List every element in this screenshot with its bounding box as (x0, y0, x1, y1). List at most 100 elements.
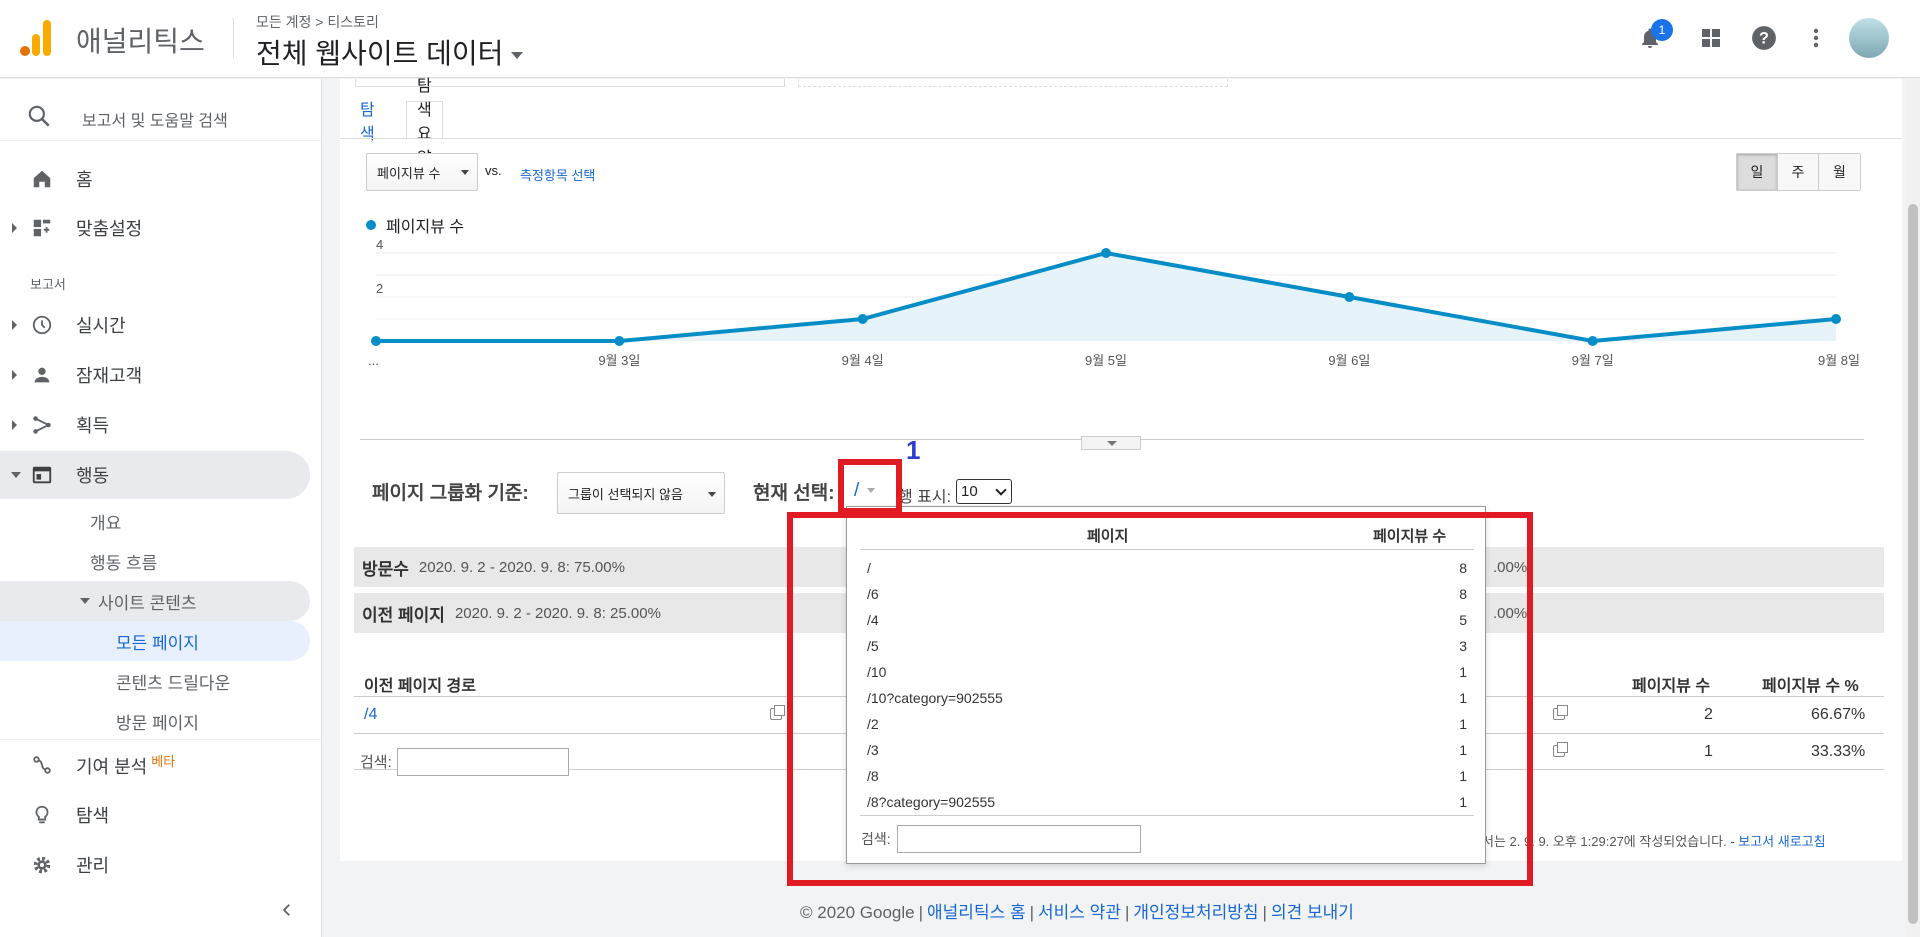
sidebar-item-label: 맞춤설정 (76, 219, 143, 239)
sidebar-item-label: 사이트 콘텐츠 (98, 593, 197, 613)
account-avatar[interactable] (1849, 18, 1889, 58)
tab-explorer-summary[interactable]: 탐색 요약 (406, 78, 443, 167)
summary-title: 방문수 (362, 559, 409, 579)
rows-select[interactable]: 10 (956, 479, 1012, 504)
help-icon[interactable]: ? (1748, 22, 1780, 54)
segment-box (798, 79, 1228, 87)
x-tick-label: 9월 5일 (1085, 353, 1127, 368)
x-tick-label: ... (368, 353, 379, 368)
data-point (1587, 336, 1598, 346)
data-point (1831, 314, 1841, 324)
footer-link-terms[interactable]: 서비스 약관 (1038, 903, 1121, 922)
report-search[interactable]: 보고서 및 도움말 검색 (0, 91, 322, 141)
sidebar-item-behavior[interactable]: 행동 (0, 451, 310, 499)
sidebar-item-realtime[interactable]: 실시간 (0, 301, 310, 349)
x-tick-label: 9월 8일 (1818, 353, 1860, 368)
metric-dropdown-value: 페이지뷰 수 (377, 165, 441, 181)
sidebar-item-label: 실시간 (76, 316, 126, 336)
sidebar-item-landing-pages[interactable]: 방문 페이지 (0, 701, 310, 741)
analytics-logo[interactable] (20, 20, 52, 56)
rows-select-value: 10 (961, 483, 978, 500)
sidebar-item-acquisition[interactable]: 획득 (0, 401, 310, 449)
sidebar-item-overview[interactable]: 개요 (0, 501, 310, 541)
annotation-number: 1 (906, 435, 921, 465)
sidebar-item-discover[interactable]: 탐색 (0, 791, 310, 839)
sidebar-item-site-content[interactable]: 사이트 콘텐츠 (0, 581, 310, 621)
current-selection-label: 현재 선택: (753, 483, 835, 504)
grouping-label: 페이지 그룹화 기준: (372, 483, 529, 504)
property-name: 전체 웹사이트 데이터 (256, 38, 504, 69)
reports-section-label: 보고서 (30, 277, 66, 292)
lightbulb-icon (30, 803, 54, 827)
footer-link-analytics-home[interactable]: 애널리틱스 홈 (927, 903, 1026, 922)
open-external-icon[interactable] (1553, 705, 1568, 720)
col-header-previous-path[interactable]: 이전 페이지 경로 (364, 672, 476, 696)
period-week-button[interactable]: 주 (1778, 154, 1819, 190)
period-day-button[interactable]: 일 (1737, 154, 1778, 190)
apps-grid-icon[interactable] (1695, 22, 1727, 54)
attribution-icon (30, 753, 54, 777)
open-external-icon[interactable] (770, 705, 785, 720)
footer-link-privacy[interactable]: 개인정보처리방침 (1133, 903, 1258, 922)
expand-arrow-icon (12, 320, 17, 330)
more-vert-icon[interactable] (1800, 22, 1832, 54)
table-row-pageviews: 1 (1704, 743, 1713, 760)
table-row-pageviews-pct: 33.33% (1811, 743, 1866, 760)
rows-label: 행 표시: (898, 489, 952, 506)
y-tick-label: 2 (376, 281, 383, 296)
data-point (857, 314, 868, 324)
page-footer: © 2020 Google | 애널리틱스 홈 | 서비스 약관 | 개인정보처리방침 | 의견… (800, 903, 1354, 922)
x-tick-label: 9월 3일 (598, 353, 640, 368)
highlight-popup (787, 512, 1533, 886)
metric-dropdown[interactable]: 페이지뷰 수 (366, 153, 478, 191)
sidebar-divider (0, 739, 322, 740)
chevron-down-icon (995, 484, 1007, 496)
sidebar-item-label: 탐색 (76, 806, 110, 826)
collapse-arrow-icon (11, 472, 21, 478)
dropdown-arrow-icon (461, 170, 469, 175)
select-metric-link[interactable]: 측정항목 선택 (520, 165, 595, 184)
period-month-button[interactable]: 월 (1819, 154, 1860, 190)
page-scrollbar[interactable] (1906, 79, 1920, 937)
sidebar-item-attribution[interactable]: 기여 분석 베타 (0, 741, 310, 789)
expand-arrow-icon (12, 420, 17, 430)
data-point (371, 336, 381, 346)
x-tick-label: 9월 7일 (1572, 353, 1614, 368)
pageviews-chart: 2 4... 9월 3일 9월 4일 9월 5일 9월 6일 9월 7일 9월 8일 (368, 237, 1860, 368)
period-toggle: 일 주 월 (1736, 153, 1861, 191)
col-header-pageviews[interactable]: 페이지뷰 수 (1632, 672, 1710, 696)
footer-copyright: © 2020 Google (800, 903, 915, 922)
top-header: 애널리틱스 모든 계정 > 티스토리 전체 웹사이트 데이터 1 ? (0, 0, 1920, 78)
search-icon (26, 103, 52, 134)
footer-link-feedback[interactable]: 의견 보내기 (1271, 903, 1354, 922)
data-point (614, 336, 625, 346)
table-row-path-link[interactable]: /4 (364, 706, 377, 724)
sidebar-item-admin[interactable]: 관리 (0, 841, 310, 889)
property-selector[interactable]: 전체 웹사이트 데이터 (256, 32, 524, 72)
svg-text:?: ? (1759, 29, 1769, 47)
refresh-report-link[interactable]: 보고서 새로고침 (1738, 834, 1825, 849)
sidebar-item-all-pages[interactable]: 모든 페이지 (0, 621, 310, 661)
acquisition-icon (30, 413, 54, 437)
search-placeholder: 보고서 및 도움말 검색 (82, 113, 228, 130)
sidebar-item-content-drilldown[interactable]: 콘텐츠 드릴다운 (0, 661, 310, 701)
notification-badge: 1 (1651, 19, 1673, 41)
scrollbar-thumb[interactable] (1908, 204, 1918, 924)
collapse-sidebar-icon[interactable] (278, 901, 296, 924)
sidebar-item-customization[interactable]: 맞춤설정 (0, 204, 310, 252)
table-search-input[interactable] (397, 748, 569, 776)
sidebar-item-label: 홈 (76, 170, 93, 190)
expand-arrow-icon (12, 223, 17, 233)
sidebar-item-label: 기여 분석 (76, 757, 148, 777)
collapse-arrow-icon (80, 598, 90, 604)
sidebar-item-behavior-flow[interactable]: 행동 흐름 (0, 541, 310, 581)
account-breadcrumb[interactable]: 모든 계정 > 티스토리 (256, 12, 379, 32)
col-header-pageviews-pct[interactable]: 페이지뷰 수 % (1762, 672, 1859, 696)
sidebar-item-home[interactable]: 홈 (0, 155, 310, 203)
data-point (1101, 248, 1111, 258)
sidebar-item-audience[interactable]: 잠재고객 (0, 351, 310, 399)
tab-explorer[interactable]: 탐색 (350, 101, 385, 143)
grouping-dropdown[interactable]: 그룹이 선택되지 않음 (557, 472, 725, 514)
open-external-icon[interactable] (1553, 742, 1568, 757)
chart-resize-handle[interactable] (1081, 436, 1141, 450)
